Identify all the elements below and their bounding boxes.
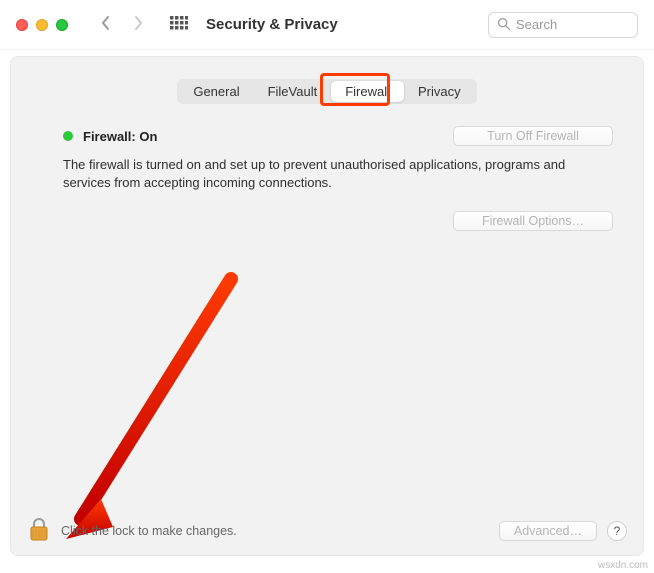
firewall-options-button[interactable]: Firewall Options…: [453, 211, 613, 231]
lock-hint-text: Click the lock to make changes.: [61, 524, 237, 538]
forward-button[interactable]: [132, 15, 144, 34]
search-icon: [497, 17, 510, 33]
tab-filevault[interactable]: FileVault: [254, 81, 332, 102]
firewall-description: The firewall is turned on and set up to …: [63, 156, 613, 191]
tab-bar: General FileVault Firewall Privacy: [11, 79, 643, 104]
lock-icon[interactable]: [27, 516, 51, 547]
zoom-window-button[interactable]: [56, 19, 68, 31]
tab-privacy[interactable]: Privacy: [404, 81, 475, 102]
watermark-text: wsxdn.com: [598, 560, 648, 571]
tab-general[interactable]: General: [179, 81, 253, 102]
help-button[interactable]: ?: [607, 521, 627, 541]
turn-off-firewall-button[interactable]: Turn Off Firewall: [453, 126, 613, 146]
window-controls: [16, 19, 68, 31]
tab-group: General FileVault Firewall Privacy: [177, 79, 476, 104]
minimize-window-button[interactable]: [36, 19, 48, 31]
page-title: Security & Privacy: [206, 16, 338, 33]
close-window-button[interactable]: [16, 19, 28, 31]
preferences-panel: General FileVault Firewall Privacy Firew…: [10, 56, 644, 556]
search-field[interactable]: [488, 12, 638, 38]
status-indicator-icon: [63, 131, 73, 141]
tab-firewall[interactable]: Firewall: [331, 81, 404, 102]
back-button[interactable]: [100, 15, 112, 34]
tab-content: Firewall: On Turn Off Firewall The firew…: [11, 116, 643, 231]
advanced-button[interactable]: Advanced…: [499, 521, 597, 541]
firewall-status-label: Firewall: On: [83, 129, 157, 144]
nav-arrows: [100, 15, 144, 34]
search-input[interactable]: [516, 17, 629, 32]
title-bar: Security & Privacy: [0, 0, 654, 50]
bottom-bar: Click the lock to make changes. Advanced…: [11, 507, 643, 555]
show-all-icon[interactable]: [170, 16, 188, 34]
